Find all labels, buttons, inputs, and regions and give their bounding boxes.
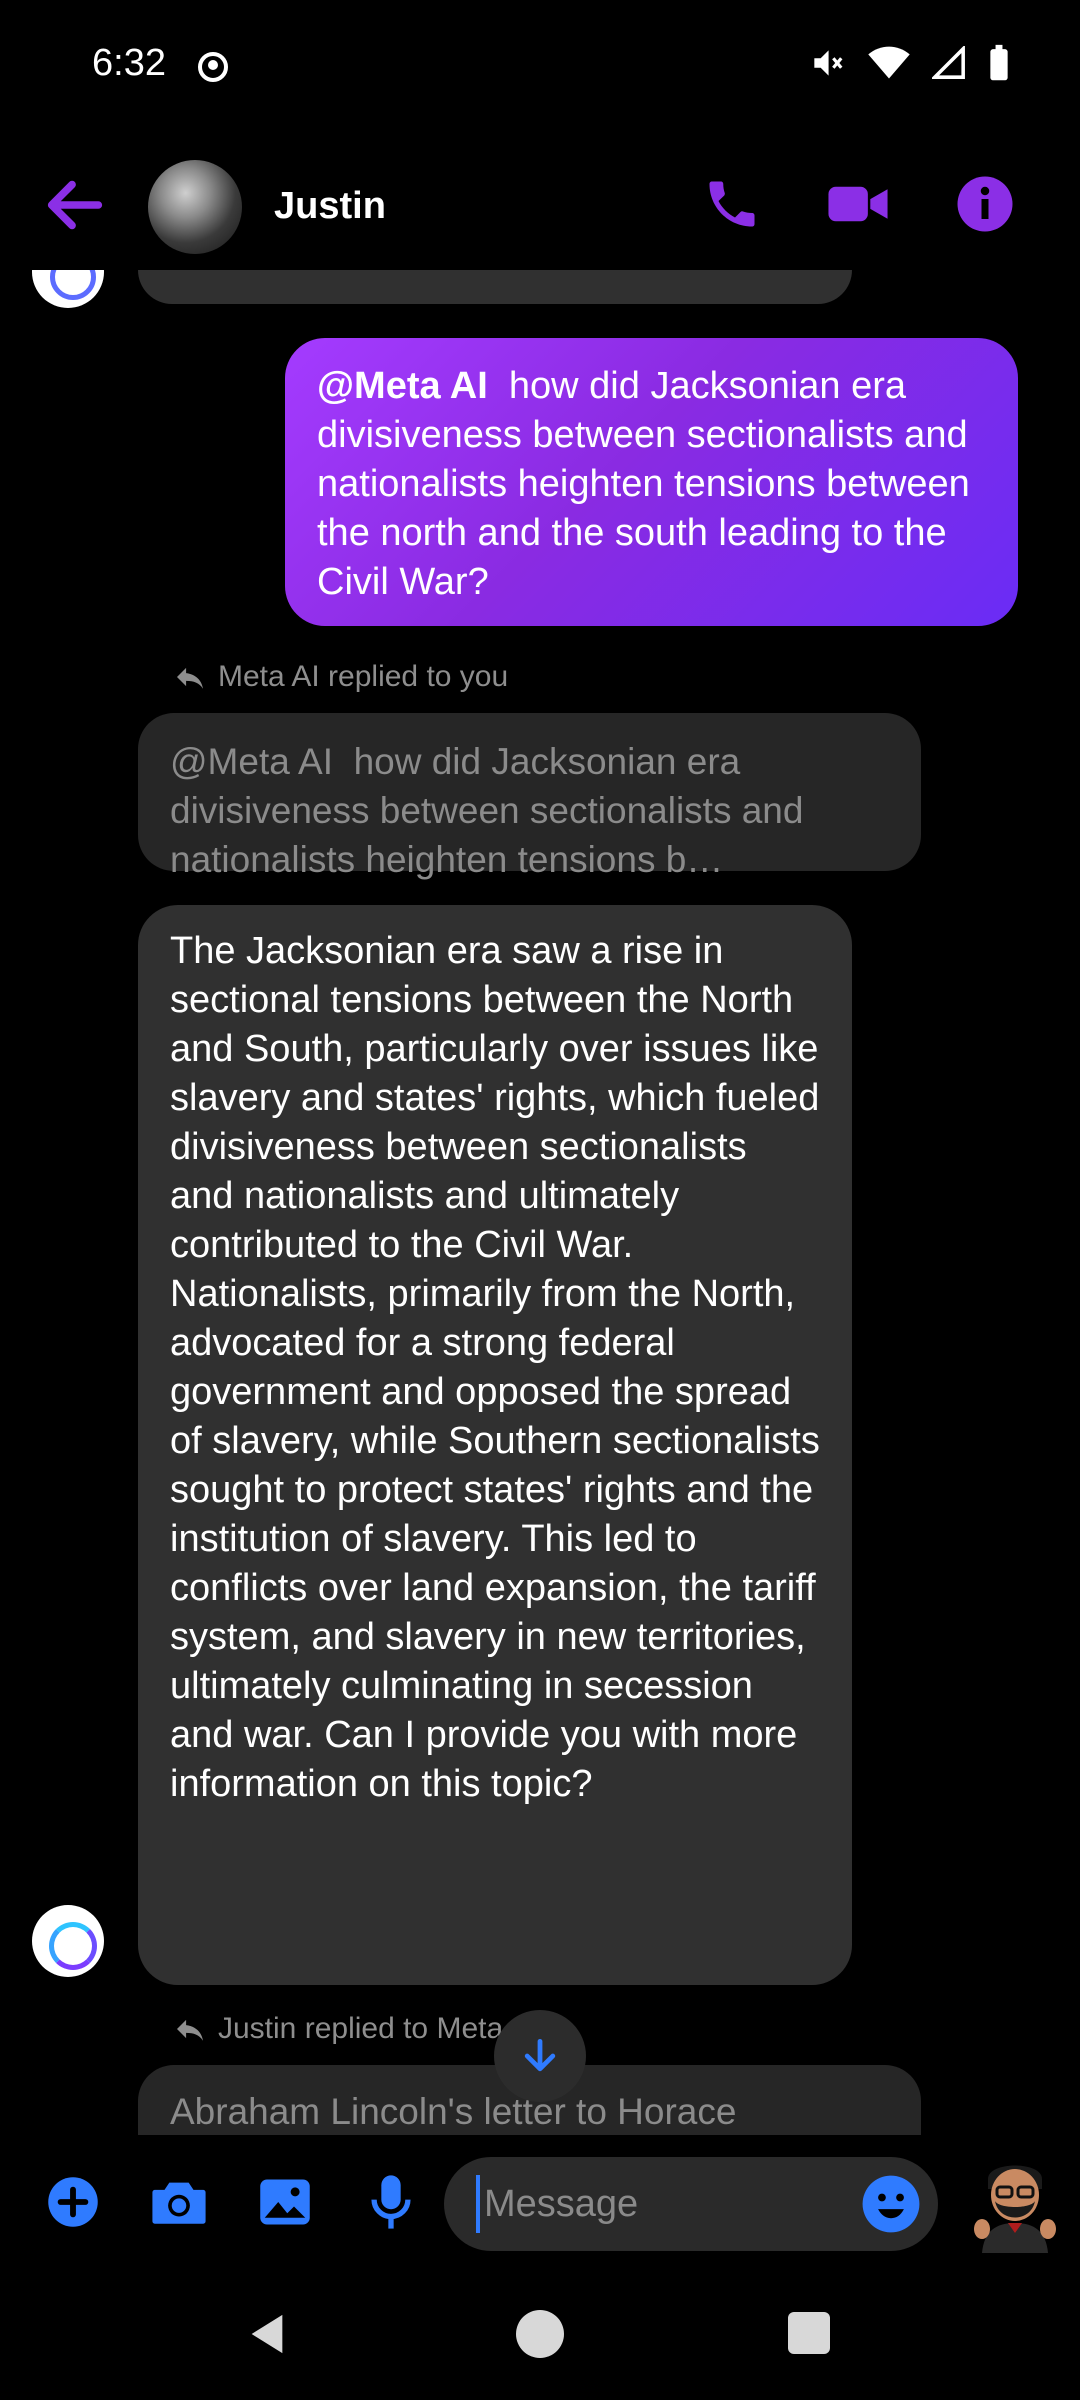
- reply-label: Meta AI replied to you: [174, 660, 508, 694]
- gallery-icon: [260, 2179, 310, 2225]
- ai-response-text: The Jacksonian era saw a rise in section…: [170, 930, 820, 1805]
- avatar-sticker-button[interactable]: [968, 2149, 1062, 2255]
- plus-icon: [48, 2177, 98, 2227]
- arrow-down-icon: [524, 2038, 556, 2072]
- composer: [0, 2135, 1080, 2275]
- mention[interactable]: @Meta AI: [317, 365, 488, 407]
- info-button[interactable]: [955, 174, 1015, 234]
- back-button[interactable]: [40, 170, 110, 240]
- gallery-button[interactable]: [252, 2169, 318, 2235]
- info-icon: [957, 176, 1013, 232]
- reply-arrow-icon: [177, 2019, 203, 2041]
- contact-name[interactable]: Justin: [274, 185, 386, 228]
- signal-icon: [932, 46, 965, 79]
- emoji-icon: [862, 2175, 920, 2233]
- phone-icon: [709, 181, 755, 227]
- nav-back-icon[interactable]: [244, 2310, 290, 2358]
- reply-label: Justin replied to Meta AI: [174, 2012, 538, 2046]
- quoted-message-bubble[interactable]: @Meta AI how did Jacksonian era divisive…: [138, 713, 921, 880]
- status-icons: [808, 44, 1010, 82]
- scroll-to-bottom-button[interactable]: [494, 2010, 586, 2102]
- plus-button[interactable]: [40, 2169, 106, 2235]
- wifi-icon: [868, 46, 910, 79]
- quoted-text: Abraham Lincoln's letter to Horace: [170, 2091, 737, 2132]
- contact-avatar[interactable]: [148, 160, 242, 254]
- emoji-button[interactable]: [860, 2173, 922, 2235]
- message-field: [444, 2157, 938, 2251]
- ai-response-bubble[interactable]: The Jacksonian era saw a rise in section…: [138, 905, 852, 1985]
- meta-ai-avatar: [32, 270, 104, 308]
- back-arrow-icon: [47, 180, 103, 230]
- mute-icon: [814, 50, 843, 76]
- mic-icon: [371, 2175, 411, 2229]
- status-time: 6:32: [92, 42, 166, 84]
- reply-label-text: Meta AI replied to you: [218, 660, 509, 693]
- quoted-mention: @Meta AI: [170, 741, 334, 782]
- chat-header: Justin: [0, 140, 1080, 270]
- status-bar: 6:32: [0, 0, 1080, 130]
- system-nav-bar: [0, 2280, 1080, 2400]
- video-icon: [828, 186, 888, 222]
- message-input[interactable]: [476, 2175, 836, 2233]
- video-call-button[interactable]: [826, 174, 888, 234]
- nav-home-icon[interactable]: [516, 2310, 564, 2358]
- previous-message-bubble[interactable]: [138, 270, 852, 304]
- voice-call-button[interactable]: [702, 174, 762, 234]
- reply-label-text: Justin replied to Meta AI: [218, 2012, 539, 2045]
- battery-icon: [990, 44, 1008, 81]
- meta-ai-avatar[interactable]: [32, 1905, 104, 1977]
- nav-recents-icon[interactable]: [788, 2312, 830, 2354]
- camera-button[interactable]: [146, 2169, 212, 2235]
- mic-button[interactable]: [358, 2169, 424, 2235]
- outgoing-message-bubble[interactable]: @Meta AI how did Jacksonian era divisive…: [285, 338, 1018, 626]
- camera-icon: [152, 2182, 206, 2224]
- headset-icon: [198, 52, 228, 82]
- avatar-sticker-icon: [974, 2165, 1056, 2253]
- message-list[interactable]: @Meta AI how did Jacksonian era divisive…: [0, 270, 1080, 2135]
- reply-arrow-icon: [177, 667, 203, 689]
